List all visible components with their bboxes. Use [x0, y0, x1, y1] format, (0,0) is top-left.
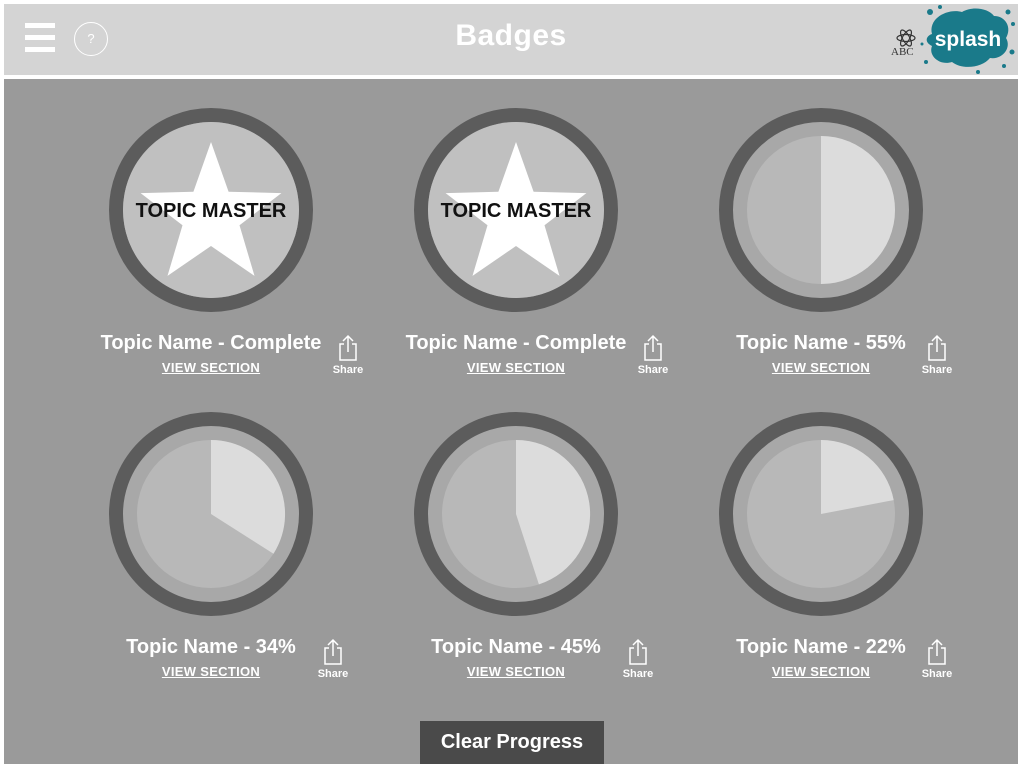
progress-badge[interactable]	[719, 412, 923, 616]
topic-master-badge[interactable]: TOPIC MASTER	[414, 108, 618, 312]
share-button[interactable]: Share	[328, 334, 368, 380]
view-section-link[interactable]: VIEW SECTION	[396, 360, 636, 375]
share-icon	[928, 334, 946, 361]
share-button[interactable]: Share	[633, 334, 673, 380]
app-frame: ? Badges ABC splash TOPIC MASTER Topic Na…	[4, 4, 1018, 764]
topic-master-badge[interactable]: TOPIC MASTER	[109, 108, 313, 312]
share-icon	[928, 638, 946, 665]
view-section-link[interactable]: VIEW SECTION	[396, 664, 636, 679]
header-bar: ? Badges ABC splash	[4, 4, 1018, 79]
progress-badge[interactable]	[414, 412, 618, 616]
view-section-link[interactable]: VIEW SECTION	[91, 664, 331, 679]
share-label: Share	[622, 668, 654, 680]
clear-progress-button[interactable]: Clear Progress	[420, 721, 604, 764]
share-icon	[629, 638, 647, 665]
splash-logo[interactable]: splash	[918, 4, 1018, 75]
progress-badge[interactable]	[109, 412, 313, 616]
view-section-link[interactable]: VIEW SECTION	[701, 360, 941, 375]
badge-caption: Topic Name - Complete	[100, 332, 322, 354]
share-icon	[324, 638, 342, 665]
share-label: Share	[921, 364, 953, 376]
abc-logo-label: ABC	[891, 46, 914, 58]
progress-badge[interactable]	[719, 108, 923, 312]
badge-card: TOPIC MASTER Topic Name - Complete VIEW SE…	[91, 108, 363, 408]
share-button[interactable]: Share	[917, 638, 957, 684]
topic-master-label: TOPIC MASTER	[136, 200, 287, 222]
share-label: Share	[921, 668, 953, 680]
badge-caption: Topic Name - Complete	[405, 332, 627, 354]
badge-card: TOPIC MASTER Topic Name - Complete VIEW SE…	[396, 108, 668, 408]
splash-logo-label: splash	[935, 28, 1002, 51]
view-section-link[interactable]: VIEW SECTION	[91, 360, 331, 375]
share-label: Share	[332, 364, 364, 376]
share-button[interactable]: Share	[618, 638, 658, 684]
topic-master-label: TOPIC MASTER	[441, 200, 592, 222]
badge-card: Topic Name - 45% VIEW SECTION Share	[396, 412, 653, 712]
page-title: Badges	[455, 19, 567, 52]
badge-card: Topic Name - 22% VIEW SECTION Share	[701, 412, 952, 712]
badge-card: Topic Name - 34% VIEW SECTION Share	[91, 412, 348, 712]
view-section-link[interactable]: VIEW SECTION	[701, 664, 941, 679]
share-button[interactable]: Share	[313, 638, 353, 684]
share-icon	[644, 334, 662, 361]
badge-card: Topic Name - 55% VIEW SECTION Share	[701, 108, 952, 408]
share-button[interactable]: Share	[917, 334, 957, 380]
share-label: Share	[637, 364, 669, 376]
share-icon	[339, 334, 357, 361]
share-label: Share	[317, 668, 349, 680]
